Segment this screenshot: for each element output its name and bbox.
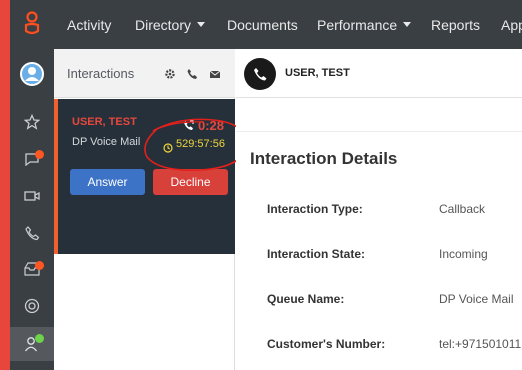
chat-notification-dot <box>35 150 44 159</box>
interactions-header: Interactions <box>54 49 235 98</box>
answer-button[interactable]: Answer <box>70 169 145 195</box>
inbox-icon[interactable] <box>10 254 54 284</box>
main-content: USER, TEST Interaction Details Interacti… <box>236 49 522 370</box>
detail-value: DP Voice Mail <box>439 292 514 306</box>
envelope-icon[interactable] <box>209 67 221 79</box>
chevron-down-icon <box>197 22 206 27</box>
nav-directory[interactable]: Directory <box>135 0 206 49</box>
video-icon[interactable] <box>10 181 54 211</box>
chat-icon[interactable] <box>10 144 54 174</box>
detail-value: Incoming <box>439 247 488 261</box>
top-navigation-bar: Activity Directory Documents Performance… <box>54 0 522 49</box>
chevron-down-icon <box>403 22 412 27</box>
queue-name: DP Voice Mail <box>72 136 141 148</box>
phone-icon[interactable] <box>186 67 198 79</box>
inbox-notification-dot <box>35 261 44 270</box>
contact-name: USER, TEST <box>285 67 350 79</box>
detail-label: Queue Name: <box>267 292 345 306</box>
agent-status-icon[interactable] <box>10 327 54 361</box>
status-online-dot <box>35 334 44 343</box>
lifebuoy-icon[interactable] <box>10 291 54 321</box>
annotation-circle <box>144 118 247 172</box>
detail-value: tel:+971501011 <box>439 337 522 351</box>
nav-activity[interactable]: Activity <box>67 0 111 49</box>
genesys-logo-icon[interactable] <box>10 8 54 38</box>
gear-icon[interactable] <box>164 67 176 79</box>
nav-apps[interactable]: App <box>501 0 522 49</box>
star-icon[interactable] <box>10 107 54 137</box>
detail-value: Callback <box>439 202 486 216</box>
phone-icon <box>244 58 276 90</box>
left-accent-strip <box>0 0 10 370</box>
interactions-panel: Interactions USER, TEST DP Voice Mail 0:… <box>54 49 235 370</box>
detail-label: Interaction State: <box>267 247 366 261</box>
nav-documents[interactable]: Documents <box>227 0 298 49</box>
phone-icon[interactable] <box>10 218 54 248</box>
sidebar-rail <box>10 0 54 370</box>
detail-label: Customer's Number: <box>267 337 386 351</box>
nav-reports[interactable]: Reports <box>431 0 480 49</box>
contact-header: USER, TEST <box>236 49 522 98</box>
section-title: Interaction Details <box>250 149 398 168</box>
panel-title: Interactions <box>67 66 135 81</box>
caller-name: USER, TEST <box>72 116 137 128</box>
nav-performance[interactable]: Performance <box>317 0 412 49</box>
sub-toolbar <box>236 99 522 132</box>
detail-label: Interaction Type: <box>267 202 363 216</box>
avatar[interactable] <box>10 59 54 89</box>
